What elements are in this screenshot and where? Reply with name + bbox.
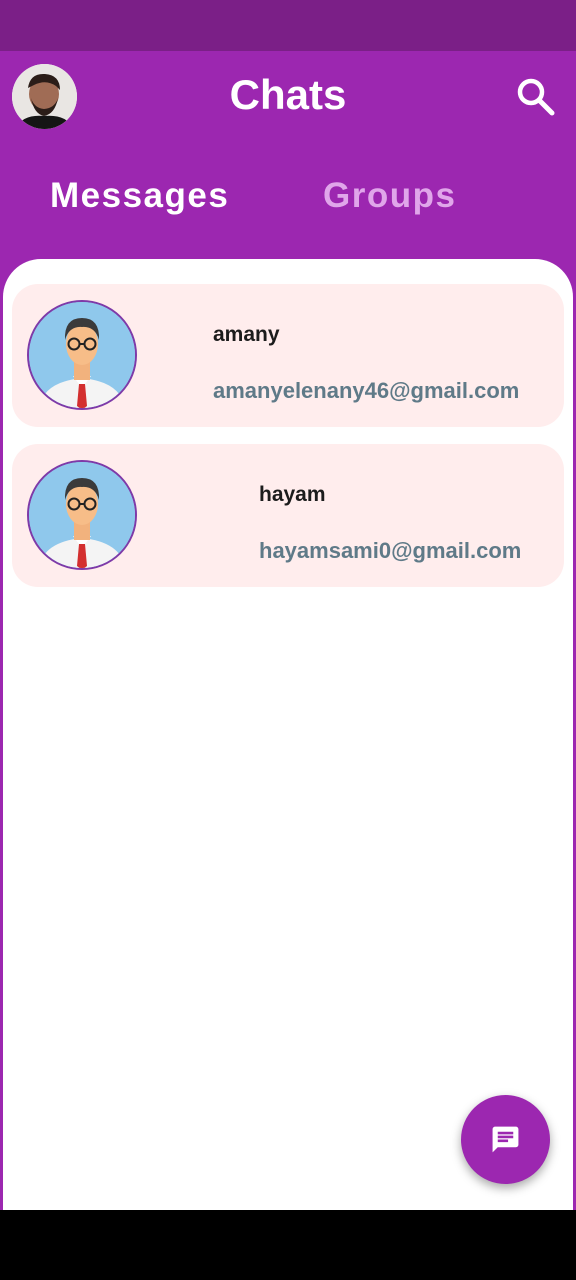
contact-email: amanyelenany46@gmail.com (213, 378, 520, 403)
contact-avatar (27, 460, 137, 570)
tab-groups[interactable]: Groups (323, 176, 456, 216)
contact-name: amany (213, 323, 280, 346)
system-nav-bar (0, 1210, 576, 1280)
tab-bar: Messages Groups (0, 170, 576, 234)
tab-messages[interactable]: Messages (50, 176, 229, 216)
contact-avatar (27, 300, 137, 410)
search-button[interactable] (514, 75, 558, 119)
page-title: Chats (229, 71, 347, 118)
man-with-glasses-icon (29, 462, 135, 568)
chat-item-amany[interactable]: amany amanyelenany46@gmail.com (12, 284, 564, 427)
man-with-glasses-icon (29, 302, 135, 408)
message-icon (492, 1126, 519, 1153)
chat-item-hayam[interactable]: hayam hayamsami0@gmail.com (12, 444, 564, 587)
chat-list: amany amanyelenany46@gmail.com hayam hay… (3, 259, 573, 1210)
status-bar (0, 0, 576, 51)
app-bar: Chats (0, 51, 576, 141)
new-message-button[interactable] (461, 1095, 550, 1184)
contact-email: hayamsami0@gmail.com (259, 538, 522, 563)
contact-name: hayam (259, 483, 326, 506)
search-icon (517, 78, 555, 116)
